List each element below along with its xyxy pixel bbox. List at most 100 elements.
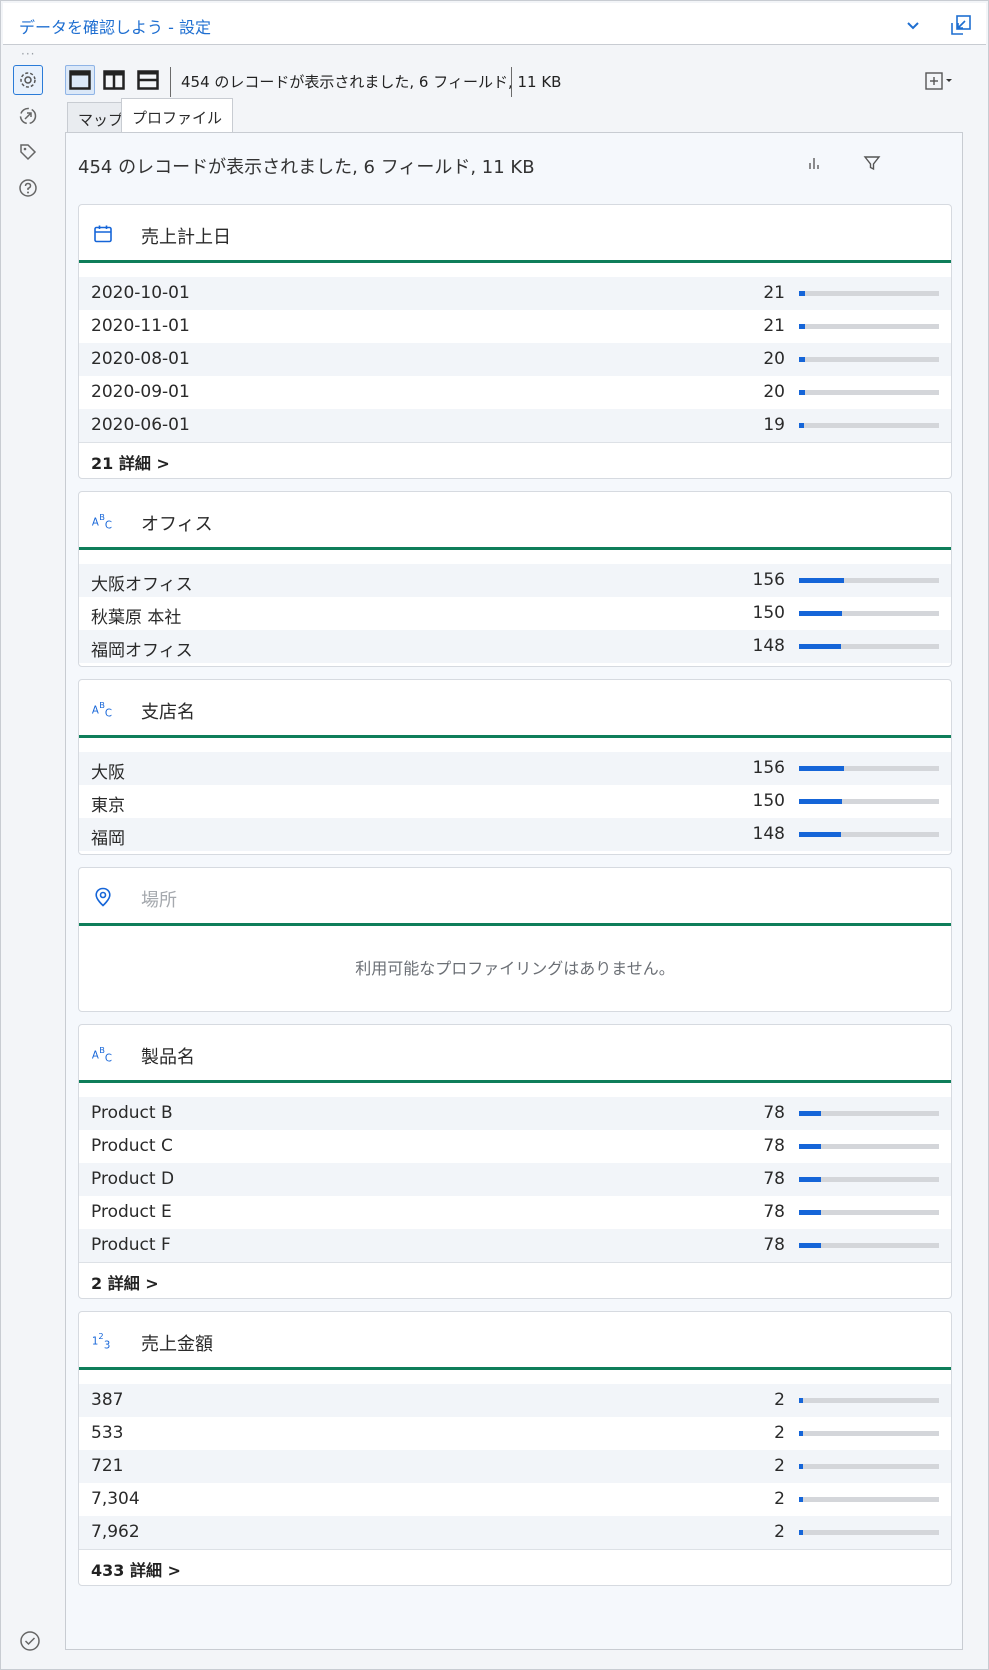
tab-label: マップ [78, 111, 124, 129]
toolbar-divider [511, 67, 512, 97]
value-count: 78 [763, 1202, 785, 1222]
value-label: Product C [91, 1136, 173, 1156]
value-count: 150 [752, 791, 785, 811]
popout-icon[interactable] [947, 11, 975, 39]
more-details-link[interactable]: 433 詳細 > [79, 1549, 951, 1582]
value-row[interactable]: 2020-06-01 19 [79, 409, 951, 442]
single-view-icon[interactable] [65, 65, 95, 95]
value-count: 78 [763, 1103, 785, 1123]
field-card-header[interactable]: 売上計上日 [79, 205, 951, 263]
value-row[interactable]: 2020-09-01 20 [79, 376, 951, 409]
value-count: 148 [752, 824, 785, 844]
location-pin-icon [91, 885, 115, 909]
add-column-menu-icon[interactable] [920, 68, 960, 94]
tag-icon[interactable] [13, 137, 43, 167]
filter-icon[interactable] [858, 149, 886, 177]
frequency-bar [799, 1497, 939, 1502]
value-label: Product F [91, 1235, 171, 1255]
value-row[interactable]: Product C 78 [79, 1130, 951, 1163]
profile-panel: 454 のレコードが表示されました, 6 フィールド, 11 KB 売上計上日 2… [65, 132, 963, 1650]
value-count: 2 [774, 1423, 785, 1443]
abc-string-icon: ABC [91, 697, 115, 721]
value-row[interactable]: 秋葉原 本社 150 [79, 597, 951, 630]
frequency-bar-fill [799, 578, 844, 583]
value-list: 大阪オフィス 156 秋葉原 本社 150 福岡オフィス 148 [79, 550, 951, 663]
frequency-bar [799, 1530, 939, 1535]
value-list: 387 2 533 2 721 2 7,304 2 7,962 2 [79, 1370, 951, 1549]
value-label: 2020-06-01 [91, 415, 190, 435]
value-row[interactable]: 2020-08-01 20 [79, 343, 951, 376]
title-bar: データを確認しよう - 設定 [3, 3, 986, 45]
value-label: 福岡 [91, 829, 125, 849]
value-row[interactable]: 大阪 156 [79, 752, 951, 785]
results-toolbar: 454 のレコードが表示されました, 6 フィールド, 11 KB [65, 65, 965, 99]
frequency-bar [799, 1243, 939, 1248]
value-row[interactable]: Product B 78 [79, 1097, 951, 1130]
frequency-bar [799, 1111, 939, 1116]
frequency-bar-fill [799, 1497, 803, 1502]
value-row[interactable]: 7,962 2 [79, 1516, 951, 1549]
value-row[interactable]: 7,304 2 [79, 1483, 951, 1516]
value-row[interactable]: 福岡 148 [79, 818, 951, 851]
frequency-bar [799, 1210, 939, 1215]
value-count: 78 [763, 1169, 785, 1189]
value-label: 東京 [91, 796, 125, 816]
value-row[interactable]: 2020-11-01 21 [79, 310, 951, 343]
value-label: 2020-10-01 [91, 283, 190, 303]
frequency-bar-fill [799, 1144, 821, 1149]
drag-handle-icon[interactable]: ··· [21, 47, 35, 61]
value-row[interactable]: 大阪オフィス 156 [79, 564, 951, 597]
frequency-bar [799, 423, 939, 428]
field-name: 場所 [141, 890, 177, 911]
frequency-bar-fill [799, 390, 805, 395]
svg-text:3: 3 [104, 1340, 110, 1351]
frequency-bar-fill [799, 1177, 821, 1182]
frequency-bar-fill [799, 1111, 821, 1116]
field-card-header[interactable]: 場所 [79, 868, 951, 926]
navigate-icon[interactable] [13, 101, 43, 131]
bar-chart-icon[interactable] [800, 149, 828, 177]
frequency-bar-fill [799, 1398, 803, 1403]
tab-profile[interactable]: プロファイル [121, 98, 234, 132]
field-name: オフィス [141, 514, 213, 535]
value-label: 7,962 [91, 1522, 140, 1542]
frequency-bar [799, 1398, 939, 1403]
value-row[interactable]: Product F 78 [79, 1229, 951, 1262]
more-details-label: 21 詳細 > [91, 454, 170, 473]
value-row[interactable]: Product E 78 [79, 1196, 951, 1229]
value-list: Product B 78 Product C 78 Product D 78 Product… [79, 1083, 951, 1262]
field-card: 場所 利用可能なプロファイリングはありません。 [78, 867, 952, 1012]
value-count: 148 [752, 636, 785, 656]
value-label: 2020-09-01 [91, 382, 190, 402]
svg-text:C: C [105, 520, 112, 531]
value-row[interactable]: 2020-10-01 21 [79, 277, 951, 310]
value-list: 大阪 156 東京 150 福岡 148 [79, 738, 951, 851]
value-row[interactable]: Product D 78 [79, 1163, 951, 1196]
svg-text:C: C [105, 708, 112, 719]
value-label: 2020-08-01 [91, 349, 190, 369]
value-row[interactable]: 533 2 [79, 1417, 951, 1450]
check-circle-icon[interactable] [15, 1626, 45, 1656]
svg-text:A: A [92, 1051, 99, 1062]
value-row[interactable]: 387 2 [79, 1384, 951, 1417]
value-count: 156 [752, 758, 785, 778]
split-vertical-icon[interactable] [99, 65, 129, 95]
frequency-bar [799, 832, 939, 837]
field-card-header[interactable]: A B C オフィス [79, 492, 951, 550]
field-card-header[interactable]: 1 2 3 売上金額 [79, 1312, 951, 1370]
more-details-link[interactable]: 2 詳細 > [79, 1262, 951, 1295]
value-row[interactable]: 福岡オフィス 148 [79, 630, 951, 663]
svg-text:C: C [105, 1053, 112, 1064]
value-count: 21 [763, 316, 785, 336]
value-row[interactable]: 721 2 [79, 1450, 951, 1483]
svg-text:A: A [92, 706, 99, 717]
help-icon[interactable] [13, 173, 43, 203]
chevron-down-icon[interactable] [901, 13, 925, 37]
settings-gear-icon[interactable] [13, 65, 43, 95]
more-details-link[interactable]: 21 詳細 > [79, 442, 951, 475]
field-card-header[interactable]: A B C 支店名 [79, 680, 951, 738]
value-row[interactable]: 東京 150 [79, 785, 951, 818]
split-horizontal-icon[interactable] [133, 65, 163, 95]
field-card-header[interactable]: A B C 製品名 [79, 1025, 951, 1083]
value-label: 533 [91, 1423, 124, 1443]
